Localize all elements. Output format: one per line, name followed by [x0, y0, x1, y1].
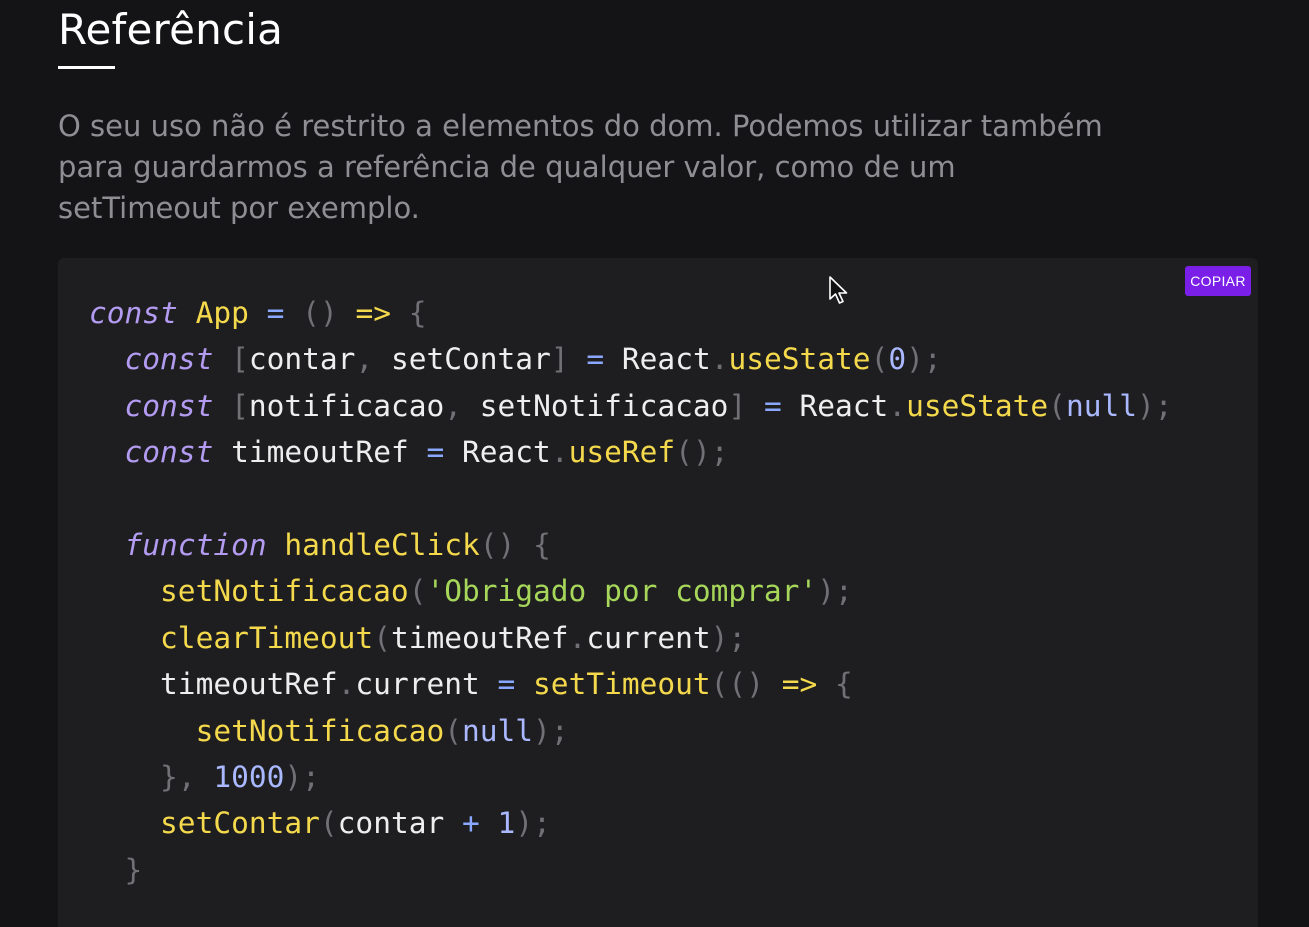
page: Referência O seu uso não é restrito a el…	[0, 0, 1309, 927]
code-line: const timeoutRef = React.useRef();	[124, 435, 729, 470]
code-line: }	[124, 852, 143, 887]
copy-button[interactable]: COPIAR	[1185, 266, 1251, 296]
code-line: const App = () => {	[89, 296, 427, 330]
code-line: clearTimeout(timeoutRef.current);	[160, 620, 747, 655]
code-line: function handleClick() {	[124, 527, 551, 562]
code-line: timeoutRef.current = setTimeout(() => {	[160, 667, 853, 702]
section-title: Referência	[58, 5, 284, 54]
code-line: const [contar, setContar] = React.useSta…	[124, 342, 942, 377]
code-line: const [notificacao, setNotificacao] = Re…	[124, 388, 1173, 423]
code-content: const App = () => { const [contar, setCo…	[89, 290, 1173, 893]
section-description: O seu uso não é restrito a elementos do …	[58, 109, 1103, 225]
code-line: }, 1000);	[160, 759, 320, 794]
title-underline	[58, 66, 115, 69]
code-line: setContar(contar + 1);	[160, 806, 551, 841]
code-line: setNotificacao('Obrigado por comprar');	[160, 574, 853, 609]
code-line: setNotificacao(null);	[195, 713, 569, 748]
mouse-pointer-icon	[829, 276, 848, 304]
